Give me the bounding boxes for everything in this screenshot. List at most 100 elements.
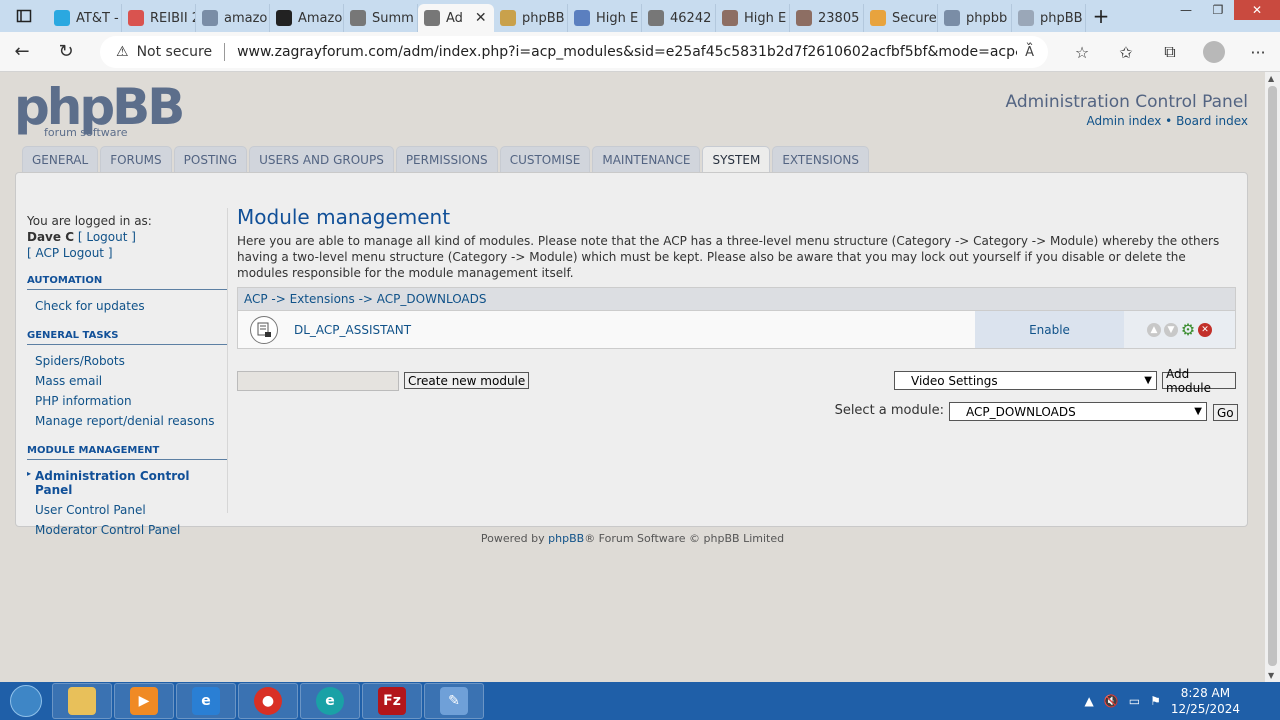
collections-icon[interactable]: ⧉ bbox=[1148, 32, 1192, 72]
page-scrollbar[interactable]: ▲ ▼ bbox=[1265, 72, 1280, 682]
tab-label: phpBB bbox=[522, 10, 565, 26]
tab-actions-button[interactable] bbox=[0, 0, 48, 32]
back-button[interactable]: ← bbox=[0, 32, 44, 72]
sidebar-item-user-control-panel[interactable]: User Control Panel bbox=[27, 500, 228, 520]
browser-tab[interactable]: amazo bbox=[196, 4, 270, 32]
browser-tab[interactable]: Ad ✕ bbox=[418, 4, 494, 32]
tab-general[interactable]: GENERAL bbox=[22, 146, 99, 172]
browser-tab[interactable]: phpBB bbox=[494, 4, 568, 32]
add-favorite-icon[interactable]: ☆ bbox=[1060, 32, 1104, 72]
sidebar-item-check-for-updates[interactable]: Check for updates bbox=[27, 296, 228, 316]
volume-icon[interactable]: 🔇 bbox=[1104, 694, 1119, 708]
taskbar-media[interactable]: ▶ bbox=[114, 683, 174, 719]
sidebar-item-spiders-robots[interactable]: Spiders/Robots bbox=[27, 351, 228, 371]
start-button[interactable] bbox=[0, 682, 52, 720]
maximize-button[interactable]: ❐ bbox=[1202, 0, 1234, 20]
move-up-icon[interactable]: ▲ bbox=[1147, 322, 1161, 337]
acp-logout-link[interactable]: [ ACP Logout ] bbox=[27, 246, 113, 260]
tab-favicon-icon bbox=[1018, 10, 1034, 26]
tab-favicon-icon bbox=[722, 10, 738, 26]
sidebar-item-php-information[interactable]: PHP information bbox=[27, 391, 228, 411]
new-module-input[interactable] bbox=[237, 371, 399, 391]
delete-icon[interactable]: ✕ bbox=[1198, 322, 1212, 337]
footer-copyright: ® Forum Software © phpBB Limited bbox=[584, 532, 785, 545]
admin-index-link[interactable]: Admin index bbox=[1086, 114, 1161, 128]
tab-system[interactable]: SYSTEM bbox=[702, 146, 771, 173]
scroll-down-icon[interactable]: ▼ bbox=[1268, 671, 1274, 680]
sidebar-item-administration-control-panel[interactable]: Administration Control Panel bbox=[27, 466, 228, 500]
module-type-select[interactable]: Video Settings ▼ bbox=[894, 371, 1157, 390]
taskbar-chrome[interactable]: ● bbox=[238, 683, 298, 719]
tab-permissions[interactable]: PERMISSIONS bbox=[395, 146, 498, 172]
warning-icon: ⚠ bbox=[116, 44, 129, 60]
create-module-row: Create new module Video Settings ▼ Add m… bbox=[237, 367, 1236, 401]
sidebar-item-manage-report-denial-reasons[interactable]: Manage report/denial reasons bbox=[27, 411, 228, 431]
module-select[interactable]: ACP_DOWNLOADS ▼ bbox=[949, 402, 1207, 421]
tray-expand-icon[interactable]: ▲ bbox=[1085, 694, 1094, 708]
edit-gear-icon[interactable]: ⚙ bbox=[1181, 320, 1195, 339]
taskbar-explorer[interactable] bbox=[52, 683, 112, 719]
tab-forums[interactable]: FORUMS bbox=[100, 146, 172, 172]
create-module-button[interactable]: Create new module bbox=[404, 372, 530, 389]
tab-label: phpBB bbox=[1040, 10, 1083, 26]
tab-maintenance[interactable]: MAINTENANCE bbox=[592, 146, 701, 172]
close-tab-icon[interactable]: ✕ bbox=[475, 10, 487, 26]
taskbar-paint[interactable]: ✎ bbox=[424, 683, 484, 719]
tab-customise[interactable]: CUSTOMISE bbox=[499, 146, 591, 172]
enable-link[interactable]: Enable bbox=[975, 311, 1124, 348]
breadcrumb[interactable]: ACP -> Extensions -> ACP_DOWNLOADS bbox=[237, 287, 1236, 311]
sidebar-divider bbox=[227, 208, 228, 513]
browser-tab[interactable]: High E bbox=[716, 4, 790, 32]
scroll-up-icon[interactable]: ▲ bbox=[1268, 74, 1274, 83]
tab-posting[interactable]: POSTING bbox=[173, 146, 248, 172]
clock-time: 8:28 AM bbox=[1180, 686, 1231, 700]
minimize-button[interactable]: — bbox=[1170, 0, 1202, 20]
favorites-icon[interactable]: ✩ bbox=[1104, 32, 1148, 72]
profile-button[interactable] bbox=[1192, 32, 1236, 72]
select-module-label: Select a module: bbox=[834, 403, 944, 418]
window-controls: — ❐ ✕ bbox=[1170, 0, 1280, 20]
filezilla-icon: Fz bbox=[378, 687, 406, 715]
new-tab-button[interactable]: + bbox=[1086, 2, 1116, 30]
add-module-button[interactable]: Add module bbox=[1162, 367, 1236, 395]
network-icon[interactable]: ▭ bbox=[1129, 694, 1140, 708]
sidebar-section-title: MODULE MANAGEMENT bbox=[27, 445, 228, 460]
board-index-link[interactable]: Board index bbox=[1176, 114, 1248, 128]
read-aloud-icon[interactable]: A᷈ bbox=[1025, 45, 1034, 60]
browser-tab[interactable]: 46242 bbox=[642, 4, 716, 32]
browser-tab[interactable]: Summ bbox=[344, 4, 418, 32]
sidebar-item-mass-email[interactable]: Mass email bbox=[27, 371, 228, 391]
browser-tab[interactable]: 23805 bbox=[790, 4, 864, 32]
browser-tab[interactable]: High E bbox=[568, 4, 642, 32]
move-down-icon[interactable]: ▼ bbox=[1164, 322, 1178, 337]
go-button[interactable]: Go bbox=[1213, 404, 1238, 421]
page-viewport: phpBB forum software Administration Cont… bbox=[0, 72, 1265, 682]
browser-tab[interactable]: Secure bbox=[864, 4, 938, 32]
taskbar-ie[interactable]: e bbox=[176, 683, 236, 719]
browser-tab[interactable]: phpbb bbox=[938, 4, 1012, 32]
phpbb-link[interactable]: phpBB bbox=[548, 532, 584, 545]
browser-tab[interactable]: Amazo bbox=[270, 4, 344, 32]
phpbb-logo[interactable]: phpBB forum software bbox=[14, 82, 185, 139]
content-area: Module management Here you are able to m… bbox=[237, 205, 1238, 425]
taskbar-filezilla[interactable]: Fz bbox=[362, 683, 422, 719]
logout-link[interactable]: [ Logout ] bbox=[78, 230, 136, 244]
browser-tab[interactable]: AT&T - bbox=[48, 4, 122, 32]
window-close-button[interactable]: ✕ bbox=[1234, 0, 1280, 20]
tab-actions-icon bbox=[16, 9, 32, 23]
address-bar-row: ← ↻ ⚠ Not secure www.zagrayforum.com/adm… bbox=[0, 32, 1280, 72]
more-menu-icon[interactable]: ··· bbox=[1236, 32, 1280, 72]
refresh-button[interactable]: ↻ bbox=[44, 32, 88, 72]
url-field[interactable]: ⚠ Not secure www.zagrayforum.com/adm/ind… bbox=[100, 36, 1048, 68]
scrollbar-thumb[interactable] bbox=[1268, 86, 1277, 666]
taskbar-edge[interactable]: e bbox=[300, 683, 360, 719]
tab-label: Amazo bbox=[298, 10, 343, 26]
browser-tab[interactable]: phpBB bbox=[1012, 4, 1086, 32]
clock[interactable]: 8:28 AM 12/25/2024 bbox=[1171, 685, 1240, 717]
tab-users-and-groups[interactable]: USERS AND GROUPS bbox=[249, 146, 394, 172]
action-center-icon[interactable]: ⚑ bbox=[1150, 694, 1161, 708]
browser-tab[interactable]: REIBII 2 bbox=[122, 4, 196, 32]
tab-extensions[interactable]: EXTENSIONS bbox=[772, 146, 869, 172]
tab-label: High E bbox=[596, 10, 639, 26]
module-name[interactable]: DL_ACP_ASSISTANT bbox=[294, 323, 411, 337]
